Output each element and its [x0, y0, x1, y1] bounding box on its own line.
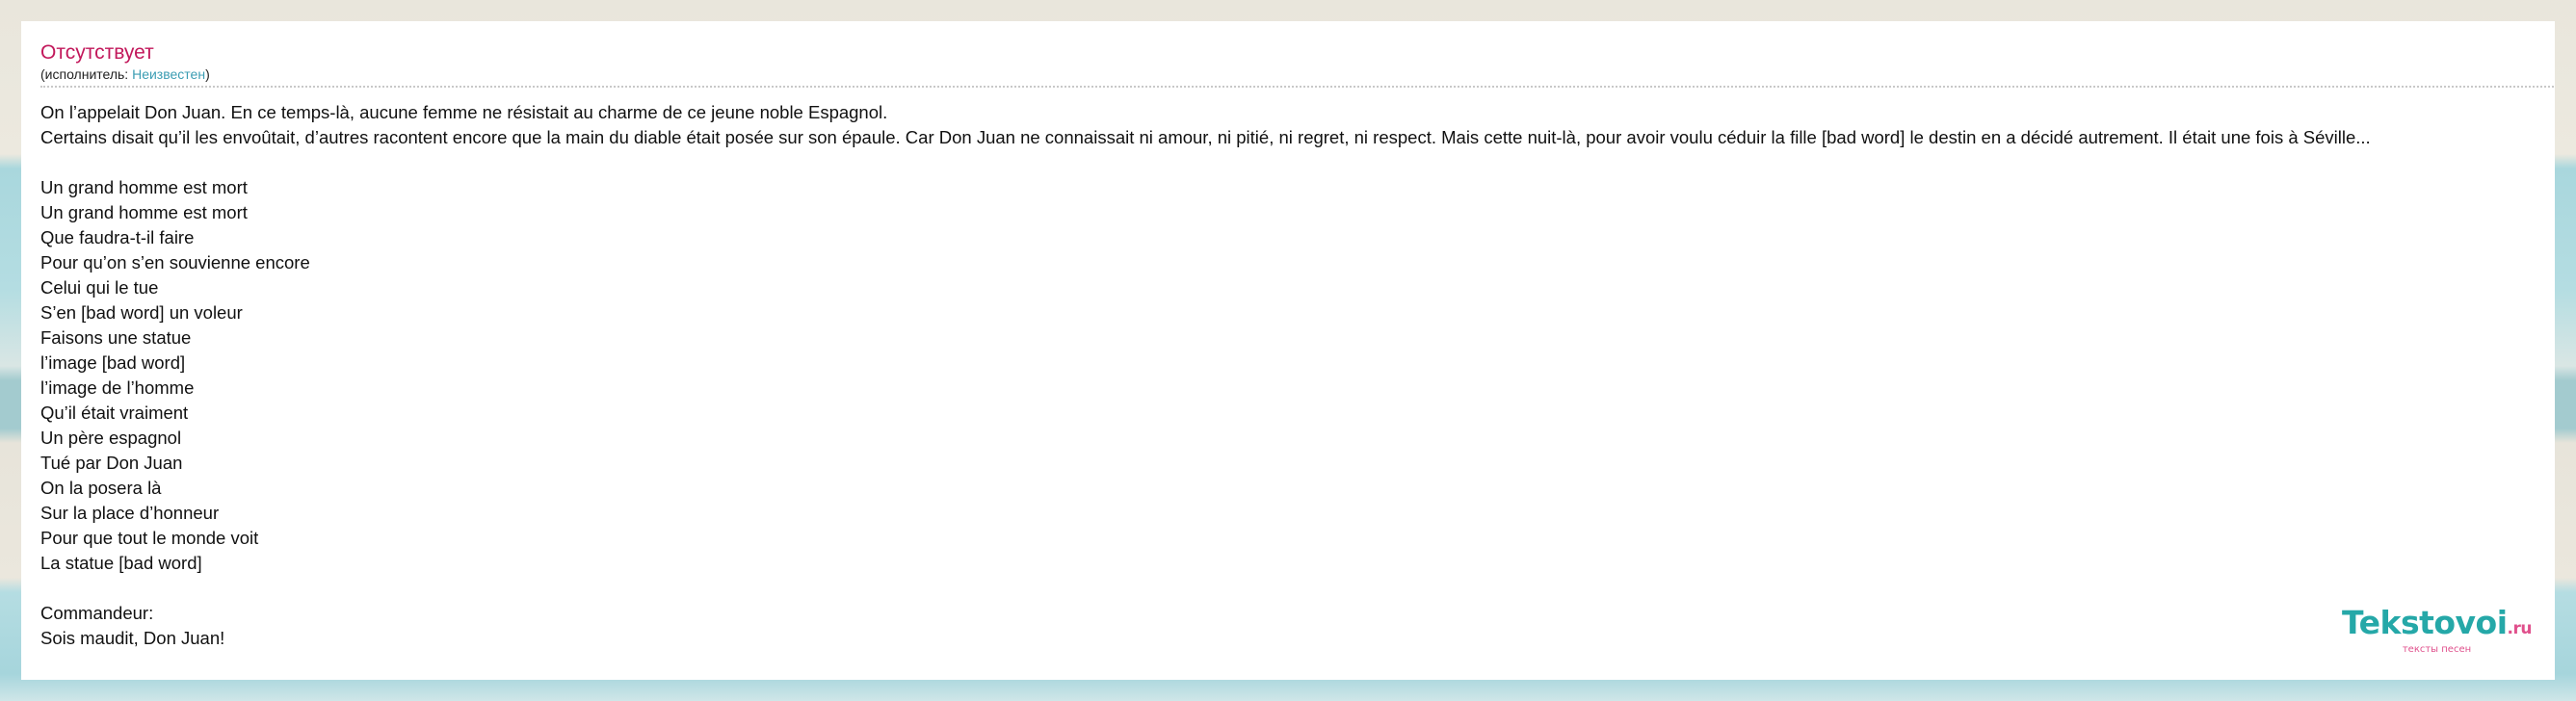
lyric-line: Faisons une statue	[40, 327, 192, 348]
lyric-line: S’en [bad word] un voleur	[40, 302, 243, 323]
site-logo[interactable]: Tekstovoi.ru тексты песен	[2342, 604, 2533, 655]
lyric-line: La statue [bad word]	[40, 553, 202, 573]
song-title: Отсутствует	[40, 41, 154, 64]
lyric-line	[40, 576, 2555, 601]
song-header: Отсутствует (исполнитель: Неизвестен)	[40, 40, 2555, 88]
logo-wordmark: Tekstovoi.ru	[2342, 604, 2533, 645]
logo-tagline: тексты песен	[2402, 644, 2472, 655]
lyric-line: Commandeur:	[40, 603, 154, 623]
lyric-line: l’image [bad word]	[40, 352, 186, 373]
performer-prefix: (исполнитель:	[40, 66, 133, 82]
performer-line: (исполнитель: Неизвестен)	[40, 65, 2555, 83]
lyric-line: Que faudra-t-il faire	[40, 227, 195, 247]
performer-link[interactable]: Неизвестен	[132, 66, 205, 82]
lyric-line: Qu’il était vraiment	[40, 402, 189, 423]
lyrics-text: On l’appelait Don Juan. En ce temps-là, …	[40, 100, 2555, 651]
lyrics-card: Отсутствует (исполнитель: Неизвестен) On…	[21, 21, 2555, 680]
lyric-line: Pour qu’on s’en souvienne encore	[40, 252, 310, 273]
performer-suffix: )	[205, 66, 210, 82]
lyric-line: l’image de l’homme	[40, 377, 195, 398]
logo-brand: Tekstovoi	[2342, 604, 2508, 641]
lyric-line: On l’appelait Don Juan. En ce temps-là, …	[40, 102, 888, 122]
lyric-line: Pour que tout le monde voit	[40, 528, 259, 548]
lyric-line: On la posera là	[40, 478, 162, 498]
lyric-line: Un grand homme est mort	[40, 202, 248, 222]
lyric-line: Tué par Don Juan	[40, 453, 183, 473]
lyric-line: Un grand homme est mort	[40, 177, 248, 197]
lyric-line: Un père espagnol	[40, 428, 182, 448]
lyric-line: Sur la place d’honneur	[40, 503, 220, 523]
lyric-line	[40, 150, 2555, 175]
lyric-line: Celui qui le tue	[40, 277, 159, 298]
logo-tld: .ru	[2507, 619, 2533, 638]
lyric-line: Sois maudit, Don Juan!	[40, 628, 225, 648]
lyric-line: Certains disait qu’il les envoûtait, d’a…	[40, 127, 2371, 147]
